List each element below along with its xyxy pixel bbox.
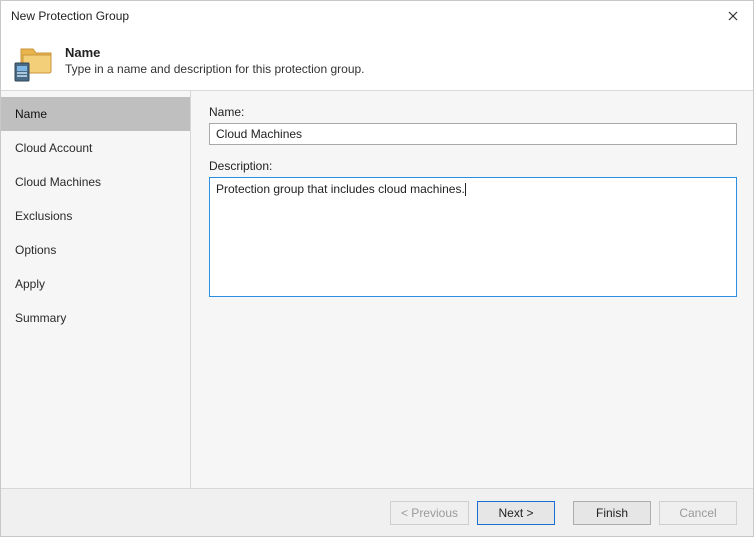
next-button[interactable]: Next > (477, 501, 555, 525)
step-name[interactable]: Name (1, 97, 190, 131)
finish-button[interactable]: Finish (573, 501, 651, 525)
header-title: Name (65, 45, 365, 60)
wizard-footer: < Previous Next > Finish Cancel (1, 488, 753, 536)
step-apply[interactable]: Apply (1, 267, 190, 301)
protection-group-icon (13, 41, 53, 81)
step-label: Exclusions (15, 209, 72, 223)
step-label: Cloud Machines (15, 175, 101, 189)
steps-sidebar: Name Cloud Account Cloud Machines Exclus… (1, 91, 191, 488)
close-button[interactable] (713, 1, 753, 31)
wizard-window: New Protection Group Name (0, 0, 754, 537)
cancel-button: Cancel (659, 501, 737, 525)
previous-button: < Previous (390, 501, 469, 525)
step-label: Name (15, 107, 47, 121)
step-options[interactable]: Options (1, 233, 190, 267)
name-label: Name: (209, 105, 737, 119)
header-subtitle: Type in a name and description for this … (65, 62, 365, 76)
header-text: Name Type in a name and description for … (65, 45, 365, 76)
description-value: Protection group that includes cloud mac… (216, 182, 465, 196)
wizard-body: Name Cloud Account Cloud Machines Exclus… (1, 91, 753, 488)
step-cloud-machines[interactable]: Cloud Machines (1, 165, 190, 199)
form-panel: Name: Description: Protection group that… (191, 91, 753, 488)
close-icon (728, 11, 738, 21)
name-input[interactable] (209, 123, 737, 145)
step-label: Summary (15, 311, 66, 325)
description-label: Description: (209, 159, 737, 173)
step-summary[interactable]: Summary (1, 301, 190, 335)
title-bar: New Protection Group (1, 1, 753, 31)
step-label: Apply (15, 277, 45, 291)
window-title: New Protection Group (11, 9, 129, 23)
step-exclusions[interactable]: Exclusions (1, 199, 190, 233)
text-caret (465, 182, 466, 196)
wizard-header: Name Type in a name and description for … (1, 31, 753, 91)
step-label: Cloud Account (15, 141, 92, 155)
step-cloud-account[interactable]: Cloud Account (1, 131, 190, 165)
step-label: Options (15, 243, 56, 257)
description-input[interactable]: Protection group that includes cloud mac… (209, 177, 737, 297)
